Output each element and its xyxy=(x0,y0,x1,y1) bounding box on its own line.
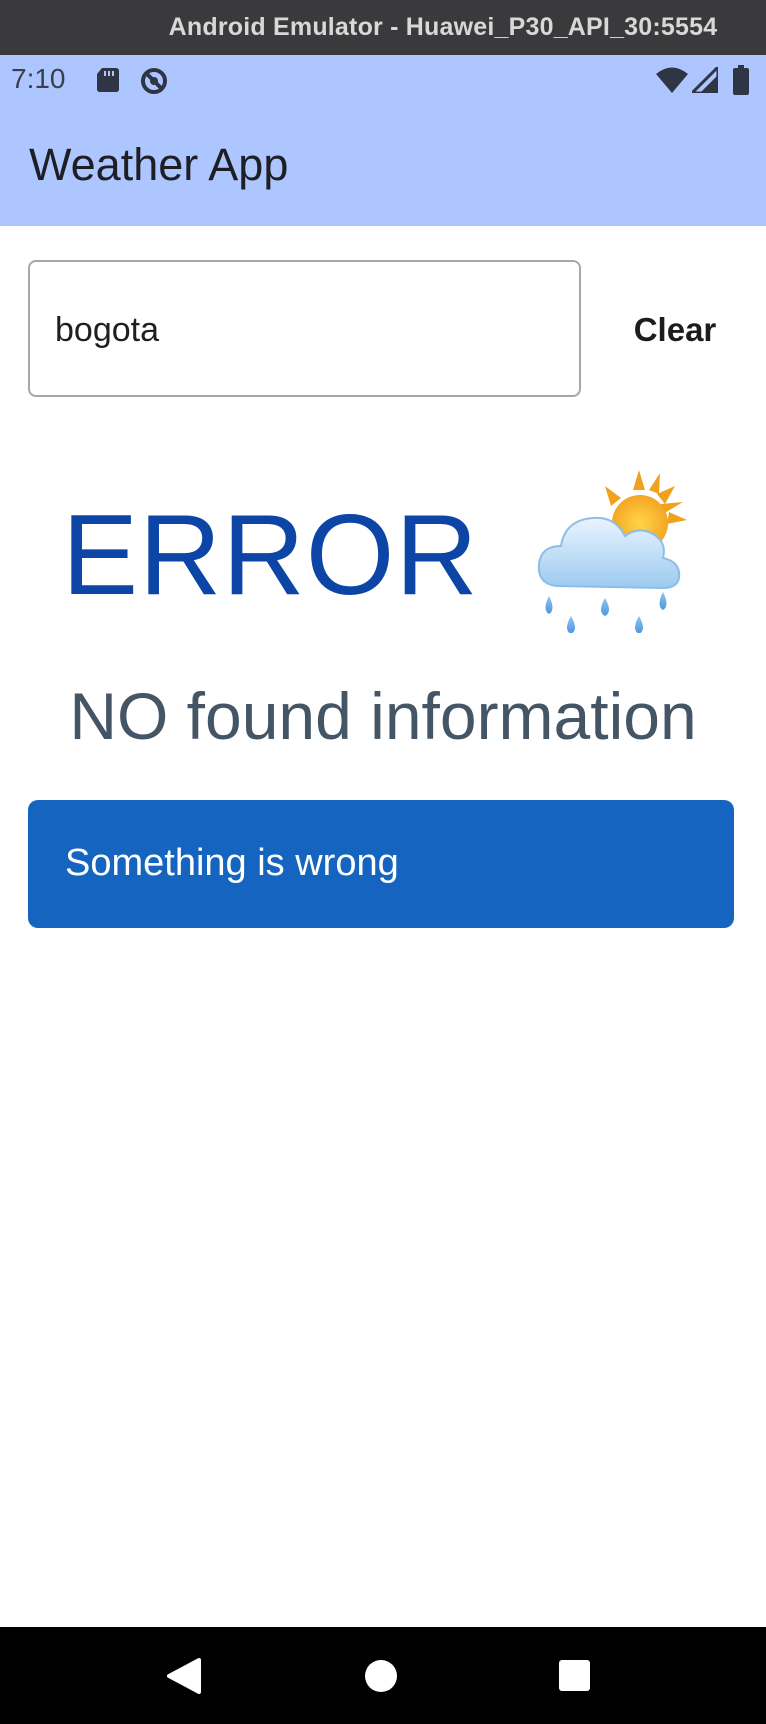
error-banner: Something is wrong xyxy=(28,800,734,928)
app-bar: Weather App xyxy=(0,105,766,226)
status-bar: 7:10 xyxy=(0,55,766,105)
recents-icon[interactable] xyxy=(558,1659,591,1692)
signal-icon xyxy=(692,67,718,93)
window-title: Android Emulator - Huawei_P30_API_30:555… xyxy=(168,13,718,41)
back-icon[interactable] xyxy=(166,1657,202,1695)
cloud-rain-sun-icon xyxy=(537,470,687,633)
clear-button[interactable]: Clear xyxy=(610,290,740,370)
city-search-field[interactable] xyxy=(28,260,581,397)
status-title: ERROR xyxy=(62,492,479,619)
info-message: NO found information xyxy=(69,679,697,753)
battery-icon xyxy=(733,65,749,95)
wifi-icon xyxy=(656,67,688,93)
sd-card-icon xyxy=(97,68,119,92)
status-time: 7:10 xyxy=(11,63,66,94)
block-icon xyxy=(141,68,167,94)
app-title: Weather App xyxy=(29,139,289,190)
window-titlebar: Android Emulator - Huawei_P30_API_30:555… xyxy=(0,0,766,55)
city-search-input[interactable] xyxy=(55,302,555,358)
navigation-bar xyxy=(0,1627,766,1724)
error-banner-text: Something is wrong xyxy=(65,842,399,884)
home-icon[interactable] xyxy=(364,1659,398,1693)
